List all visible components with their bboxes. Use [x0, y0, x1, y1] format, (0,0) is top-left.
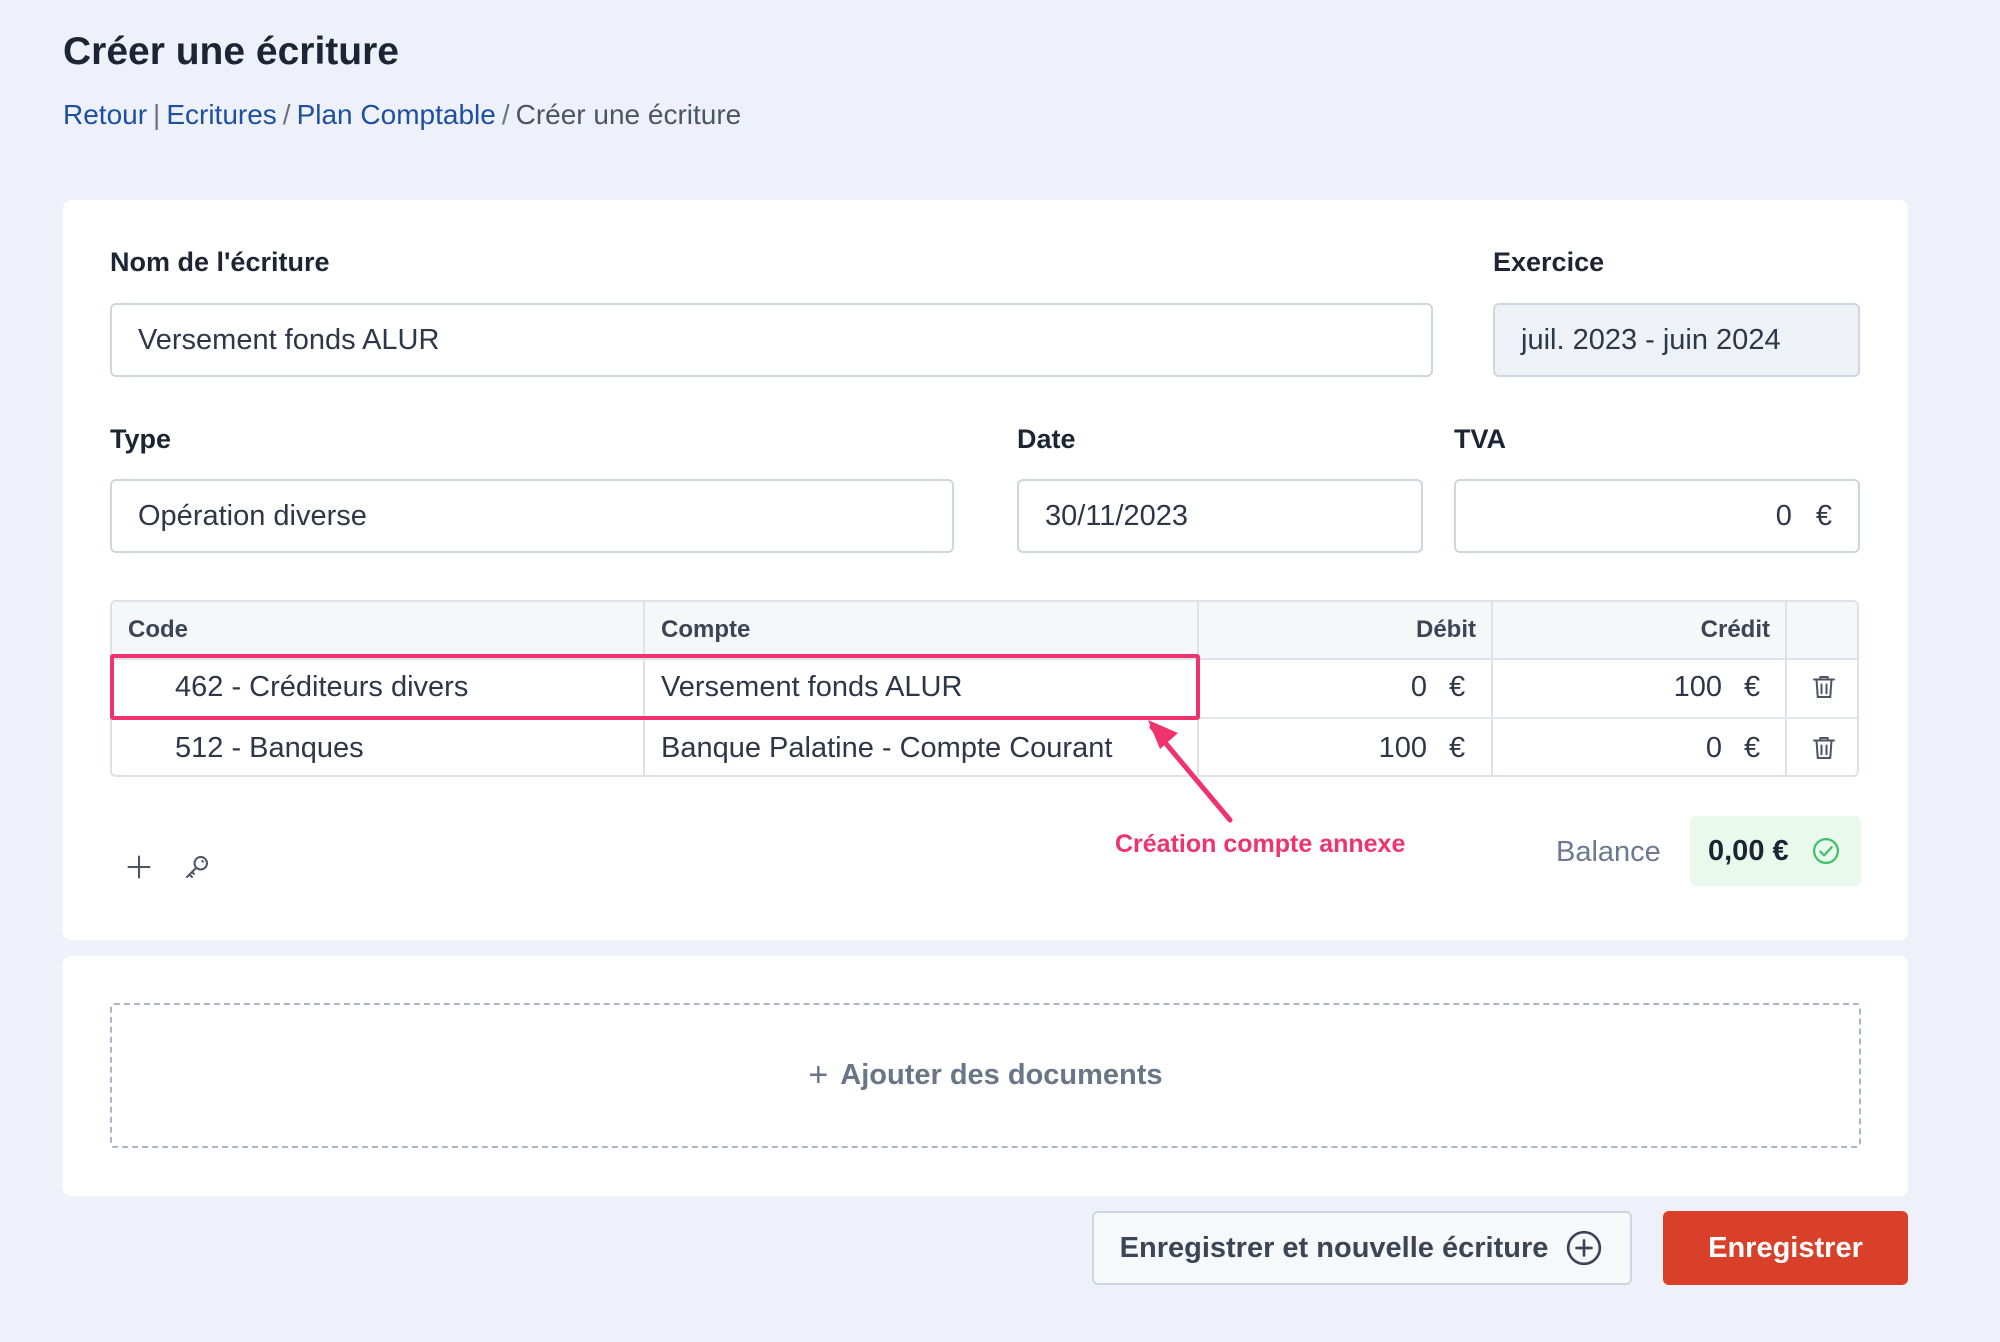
breadcrumb-ecritures[interactable]: Ecritures — [166, 99, 276, 130]
exercice-label: Exercice — [1493, 247, 1605, 277]
row-credit-currency: € — [1744, 671, 1761, 703]
row-credit[interactable]: 100 — [1507, 658, 1722, 717]
row-debit-currency: € — [1449, 732, 1466, 764]
add-documents-label: Ajouter des documents — [840, 1059, 1163, 1091]
trash-icon[interactable] — [1809, 672, 1839, 702]
row-debit-currency: € — [1449, 671, 1466, 703]
key-button[interactable] — [177, 847, 217, 887]
row-compte[interactable]: Versement fonds ALUR — [661, 658, 962, 717]
exercice-value: juil. 2023 - juin 2024 — [1521, 323, 1781, 356]
type-select-value: Opération diverse — [138, 499, 367, 532]
row-code[interactable]: 512 - Banques — [175, 719, 364, 775]
date-input[interactable]: 30/11/2023 — [1017, 479, 1423, 553]
table-header: Code Compte Débit Crédit — [112, 602, 1857, 660]
key-icon — [186, 856, 208, 878]
name-input[interactable]: Versement fonds ALUR — [110, 303, 1433, 377]
date-input-value: 30/11/2023 — [1045, 499, 1188, 532]
documents-card: + Ajouter des documents — [63, 956, 1908, 1196]
type-label: Type — [110, 424, 172, 454]
col-credit-header: Crédit — [1700, 616, 1770, 643]
tva-input-value: 0 — [1775, 499, 1792, 532]
save-and-new-button[interactable]: Enregistrer et nouvelle écriture — [1092, 1211, 1632, 1285]
row-compte[interactable]: Banque Palatine - Compte Courant — [661, 719, 1112, 775]
breadcrumb-plan-comptable[interactable]: Plan Comptable — [297, 99, 496, 130]
plus-icon: + — [808, 1056, 829, 1094]
name-input-value: Versement fonds ALUR — [138, 323, 440, 356]
save-and-new-label: Enregistrer et nouvelle écriture — [1119, 1231, 1549, 1264]
table-row[interactable]: 462 - Créditeurs divers Versement fonds … — [112, 658, 1857, 717]
breadcrumb-current: Créer une écriture — [515, 99, 742, 130]
tva-label: TVA — [1454, 424, 1506, 454]
name-label: Nom de l'écriture — [110, 247, 330, 277]
exercice-field: juil. 2023 - juin 2024 — [1493, 303, 1860, 377]
plus-circle-icon — [1567, 1230, 1602, 1266]
row-credit-currency: € — [1744, 732, 1761, 764]
trash-icon[interactable] — [1809, 733, 1839, 763]
add-line-button[interactable] — [119, 847, 159, 887]
balance-status: 0,00 € — [1690, 816, 1861, 886]
balance-value: 0,00 € — [1708, 834, 1789, 867]
row-code[interactable]: 462 - Créditeurs divers — [175, 658, 468, 717]
back-link[interactable]: Retour — [63, 99, 147, 130]
col-compte-header: Compte — [661, 616, 751, 643]
row-credit[interactable]: 0 — [1507, 719, 1722, 775]
date-label: Date — [1017, 424, 1076, 454]
check-circle-icon — [1812, 838, 1839, 864]
col-debit-header: Débit — [1416, 616, 1476, 643]
add-documents-dropzone[interactable]: + Ajouter des documents — [110, 1003, 1861, 1148]
tva-currency: € — [1815, 499, 1832, 532]
type-select[interactable]: Opération diverse — [110, 479, 954, 553]
breadcrumb-separator: / — [501, 99, 510, 130]
breadcrumb-separator: / — [282, 99, 291, 130]
breadcrumb-separator: | — [153, 99, 161, 130]
tva-input[interactable]: 0 € — [1454, 479, 1860, 553]
table-row[interactable]: 512 - Banques Banque Palatine - Compte C… — [112, 717, 1857, 775]
col-code-header: Code — [128, 616, 188, 643]
entry-form-card: Nom de l'écriture Versement fonds ALUR E… — [63, 200, 1908, 940]
save-button[interactable]: Enregistrer — [1663, 1211, 1908, 1285]
plus-icon — [127, 855, 151, 879]
balance-label: Balance — [1556, 836, 1661, 868]
annotation-arrow — [1148, 720, 1233, 823]
annotation-text: Création compte annexe — [1115, 830, 1406, 858]
entries-table: Code Compte Débit Crédit 462 - Créditeur… — [110, 600, 1859, 777]
page-title: Créer une écriture — [63, 30, 399, 73]
breadcrumb: Retour | Ecritures / Plan Comptable / Créer un… — [63, 99, 741, 131]
